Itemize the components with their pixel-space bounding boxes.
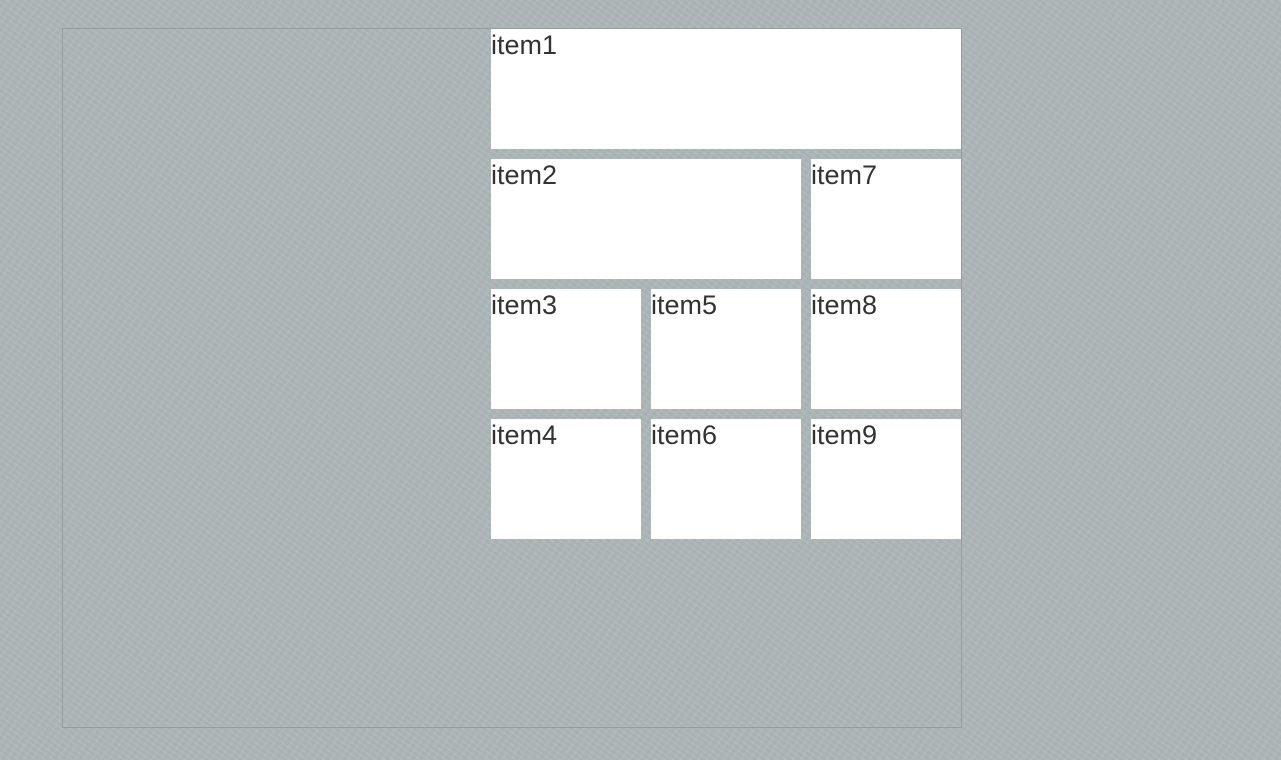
grid-item-label: item2 [491,160,558,190]
grid-item-3: item3 [491,289,641,409]
grid-item-label: item4 [491,420,558,450]
grid-item-1: item1 [491,29,961,149]
grid-item-label: item8 [811,290,878,320]
grid-item-2: item2 [491,159,801,279]
grid-item-5: item5 [651,289,801,409]
grid-item-6: item6 [651,419,801,539]
grid-item-label: item1 [491,30,558,60]
grid-item-label: item7 [811,160,878,190]
grid-item-label: item3 [491,290,558,320]
grid-item-label: item9 [811,420,878,450]
grid-item-label: item6 [651,420,718,450]
grid-item-9: item9 [811,419,961,539]
grid-item-4: item4 [491,419,641,539]
grid-item-8: item8 [811,289,961,409]
grid-container: item1 item2 item3 item4 item5 item6 item… [62,28,962,728]
grid-item-7: item7 [811,159,961,279]
grid-item-label: item5 [651,290,718,320]
